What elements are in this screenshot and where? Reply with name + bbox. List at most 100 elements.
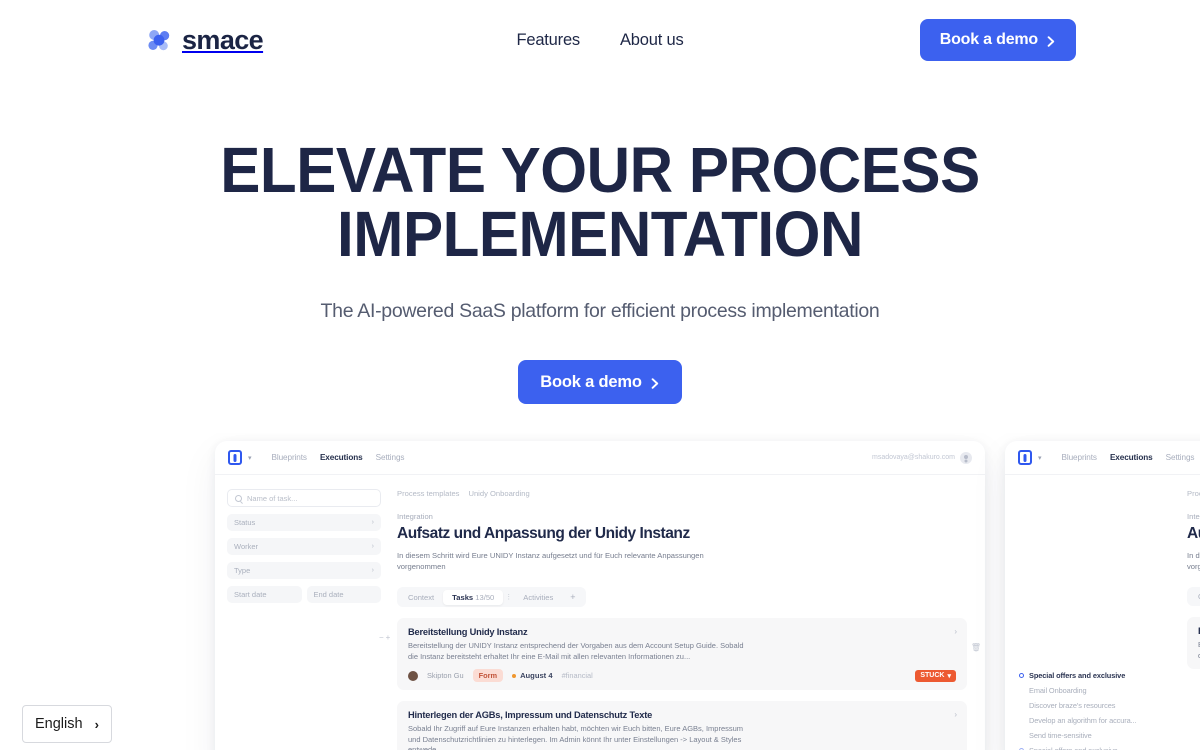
chevron-right-icon[interactable]: › — [954, 710, 957, 719]
mock-user-area[interactable]: msadovaya@shakuro.com — [872, 451, 972, 464]
header-cta-wrap: Book a demo — [919, 19, 1076, 61]
date-filter-row: Start date End date — [227, 586, 381, 603]
mock-nav-blueprints[interactable]: Blueprints — [1062, 453, 1098, 462]
chevron-right-icon: › — [371, 543, 374, 550]
tab-tasks-label: Tasks — [452, 592, 474, 602]
status-dot-icon — [512, 673, 517, 678]
chevron-down-icon: ▾ — [947, 672, 951, 680]
list-item-label: Develop an algorithm for accura... — [1029, 716, 1137, 725]
breadcrumb-item-process-templates[interactable]: Process templates — [1187, 489, 1200, 498]
task-card[interactable]: › Hinterlegen der AGBs, Impressum und Da… — [397, 701, 967, 750]
brand-name: smace — [182, 24, 264, 55]
mock-process-title: Aufsatz und Anpassung der Unidy Instanz — [397, 525, 690, 542]
minus-icon[interactable]: − — [379, 633, 384, 642]
status-badge[interactable]: STUCK ▾ — [915, 669, 956, 682]
mock-app-nav: Blueprints Executions Settings — [272, 453, 405, 462]
mock-nav-executions[interactable]: Executions — [320, 453, 363, 462]
task-expand-controls[interactable]: − + — [379, 633, 390, 642]
task-card[interactable]: Bereitstellung Unidy Instanz Bereitstell… — [1187, 617, 1200, 669]
chevron-down-icon[interactable]: ▾ — [1038, 454, 1042, 462]
tab-context[interactable]: Context — [1189, 589, 1200, 604]
mock-process-title: Aufsatz und Anpassung der Unidy Instanz — [1187, 525, 1200, 542]
language-switcher[interactable]: English › — [22, 705, 112, 743]
filter-status[interactable]: Status › — [227, 514, 381, 531]
list-item-label: Send time-sensitive — [1029, 731, 1092, 740]
start-date-input[interactable]: Start date — [227, 586, 302, 603]
book-a-demo-button-hero[interactable]: Book a demo — [518, 360, 682, 404]
filter-type[interactable]: Type › — [227, 562, 381, 579]
book-a-demo-button-header[interactable]: Book a demo — [919, 19, 1076, 61]
radio-icon — [1019, 673, 1024, 678]
list-item[interactable]: Email Onboarding — [1019, 686, 1171, 695]
mock-process-description: In diesem Schritt wird Eure UNIDY Instan… — [397, 551, 704, 571]
list-item[interactable]: Special offers and exclusive — [1019, 671, 1171, 680]
task-tag: #financial — [561, 671, 593, 680]
chevron-right-icon: › — [371, 567, 374, 574]
task-due-date-label: August 4 — [520, 671, 553, 680]
chevron-right-icon — [651, 377, 660, 389]
mock-main-panel-secondary: Process templates Unidy Onboarding Integ… — [1183, 475, 1200, 750]
list-item-label: Special offers and exclusive — [1029, 746, 1118, 750]
list-item[interactable]: Special offers and exclusive — [1019, 746, 1171, 750]
end-date-input[interactable]: End date — [306, 586, 381, 603]
tab-context[interactable]: Context — [399, 590, 443, 605]
chevron-right-icon — [1047, 35, 1056, 47]
tab-tasks[interactable]: Tasks 13/50 — [443, 589, 504, 605]
mock-nav-settings[interactable]: Settings — [376, 453, 405, 462]
chevron-down-icon[interactable]: ▾ — [248, 454, 252, 462]
mock-nav-executions[interactable]: Executions — [1110, 453, 1153, 462]
app-mockup-card-primary: ▾ Blueprints Executions Settings msadova… — [215, 441, 985, 750]
smace-flower-logo-icon — [146, 27, 173, 54]
page-title: Elevate your process Implementation — [36, 138, 1164, 266]
task-due-date: August 4 — [512, 671, 553, 680]
mock-nav-blueprints[interactable]: Blueprints — [272, 453, 308, 462]
mock-app-body-secondary: Special offers and exclusive Email Onboa… — [1005, 475, 1200, 750]
tab-activities[interactable]: Activities — [514, 590, 562, 605]
breadcrumb: Process templates Unidy Onboarding — [1187, 489, 1200, 498]
breadcrumb-item-unidy-onboarding[interactable]: Unidy Onboarding — [468, 489, 529, 498]
list-item[interactable]: Discover braze's resources — [1019, 701, 1171, 710]
ellipsis-icon[interactable]: ⋮ — [503, 593, 514, 601]
plus-icon[interactable]: + — [562, 589, 583, 605]
search-input[interactable]: Name of task... — [227, 489, 381, 507]
product-screenshot-strip: ▾ Blueprints Executions Settings msadova… — [0, 433, 1200, 750]
mock-eyebrow-label: Integration — [397, 512, 433, 521]
filter-worker[interactable]: Worker › — [227, 538, 381, 555]
filter-worker-label: Worker — [234, 542, 259, 551]
mock-filter-sidebar: Name of task... Status › Worker › Type ›… — [215, 475, 393, 750]
breadcrumb: Process templates Unidy Onboarding — [397, 489, 967, 498]
chevron-right-icon[interactable]: › — [954, 627, 957, 636]
task-card[interactable]: › Bereitstellung Unidy Instanz Bereitste… — [397, 618, 967, 690]
task-description: Sobald Ihr Zugriff auf Eure Instanzen er… — [408, 724, 744, 750]
mock-app-header: ▾ Blueprints Executions Settings msadova… — [215, 441, 985, 475]
list-item-label: Special offers and exclusive — [1029, 671, 1126, 680]
trash-icon[interactable]: 🗑 — [971, 643, 981, 652]
avatar — [408, 670, 418, 681]
language-switcher-label: English — [35, 716, 83, 732]
search-placeholder: Name of task... — [247, 493, 298, 503]
list-item-label: Discover braze's resources — [1029, 701, 1116, 710]
task-description: Bereitstellung der UNIDY Instanz entspre… — [408, 641, 744, 661]
mock-app-nav-secondary: Blueprints Executions Settings — [1062, 453, 1195, 462]
nav-item-features[interactable]: Features — [516, 31, 580, 50]
user-avatar-icon — [960, 451, 972, 464]
book-a-demo-label-hero: Book a demo — [540, 372, 642, 391]
brand-logo-link[interactable]: smace — [146, 24, 264, 55]
breadcrumb-item-process-templates[interactable]: Process templates — [397, 489, 459, 498]
list-item-label: Email Onboarding — [1029, 686, 1087, 695]
mock-app-header-secondary: ▾ Blueprints Executions Settings msadova… — [1005, 441, 1200, 475]
mock-nav-settings[interactable]: Settings — [1166, 453, 1195, 462]
plus-icon[interactable]: + — [386, 633, 391, 642]
hero-title-line-2: Implementation — [337, 198, 863, 270]
mock-process-description: In diesem Schritt wird Eure UNIDY Instan… — [1187, 551, 1200, 571]
task-title: Bereitstellung Unidy Instanz — [408, 627, 528, 637]
task-meta-row: Skipton Gu Form August 4 #financial STUC… — [408, 669, 956, 682]
chevron-right-icon: › — [371, 519, 374, 526]
hero-section: Elevate your process Implementation The … — [0, 80, 1200, 404]
nav-item-about-us[interactable]: About us — [620, 31, 684, 50]
list-item[interactable]: Develop an algorithm for accura... — [1019, 716, 1171, 725]
mock-user-email: msadovaya@shakuro.com — [872, 454, 955, 461]
status-badge-label: STUCK — [920, 672, 945, 679]
list-item[interactable]: Send time-sensitive — [1019, 731, 1171, 740]
filter-type-label: Type — [234, 566, 251, 575]
